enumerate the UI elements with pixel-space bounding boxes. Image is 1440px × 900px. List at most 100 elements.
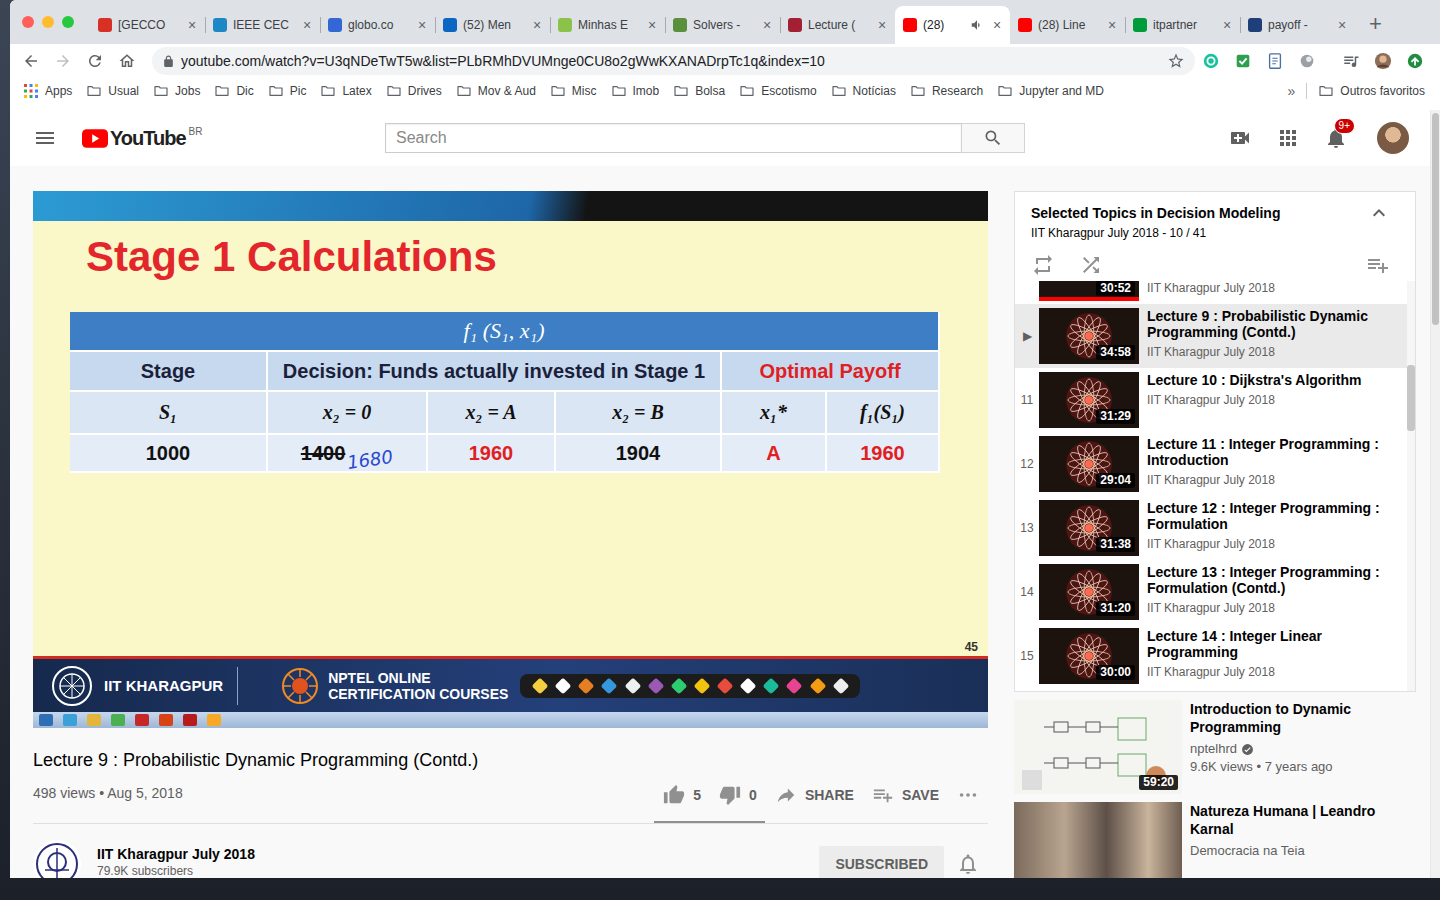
notifications-button[interactable]: 9+ [1316,118,1356,158]
search-input[interactable]: Search [385,123,961,153]
collapse-chevron-icon[interactable] [1367,201,1391,225]
save-button[interactable]: SAVE [863,784,948,806]
bookmark-star-icon[interactable] [1167,52,1185,70]
playlist-item[interactable]: 1431:20Lecture 13 : Integer Programming … [1015,560,1407,624]
recommended-channel: Democracia na Teia [1190,842,1416,860]
playlist-item[interactable]: 1331:38Lecture 12 : Integer Programming … [1015,496,1407,560]
lock-icon[interactable] [162,55,175,68]
apps-button[interactable] [1268,118,1308,158]
bookmark-item[interactable]: Pic [261,83,314,99]
extension-button[interactable] [1291,47,1323,75]
taskbar-app-icon [39,714,53,726]
browser-tab[interactable]: (28) Line× [1010,6,1125,44]
subscribe-button[interactable]: SUBSCRIBED [819,846,944,878]
browser-tab[interactable]: [GECCO× [90,6,205,44]
back-button[interactable] [15,47,47,75]
playlist-scrollbar[interactable] [1407,281,1415,691]
tab-close-button[interactable]: × [1335,18,1349,32]
bookmark-item[interactable]: Jupyter and MD [990,83,1111,99]
youtube-logo[interactable]: YouTubeBR [82,127,202,149]
update-button[interactable] [1399,47,1431,75]
loop-icon[interactable] [1031,253,1055,277]
reload-button[interactable] [79,47,111,75]
like-button[interactable]: 5 [654,784,710,806]
new-tab-button[interactable]: + [1369,9,1382,35]
bookmark-item[interactable]: Latex [313,83,378,99]
shuffle-icon[interactable] [1079,253,1103,277]
browser-tab[interactable]: (28)× [895,6,1010,44]
browser-tab[interactable]: itpartner× [1125,6,1240,44]
create-button[interactable] [1220,118,1260,158]
grammarly-icon [1202,52,1220,70]
bookmark-item[interactable]: Usual [79,83,146,99]
speaker-icon[interactable] [970,18,984,32]
recommended-video[interactable]: Natureza Humana | Leandro KarnalDemocrac… [1014,802,1416,878]
playlist-add-icon[interactable] [1366,253,1390,277]
playlist-title[interactable]: Selected Topics in Decision Modeling [1031,205,1280,221]
video-player[interactable]: Stage 1 Calculationsf₁ (S₁, x₁)StageDeci… [33,191,988,728]
window-control-button[interactable] [22,16,34,28]
browser-tab[interactable]: Minhas E× [550,6,665,44]
extension-button[interactable] [1227,47,1259,75]
extension-button[interactable] [1259,47,1291,75]
profile-button[interactable] [1367,47,1399,75]
tab-close-button[interactable]: × [760,18,774,32]
window-control-button[interactable] [62,16,74,28]
bookmark-item[interactable]: Bolsa [666,83,732,99]
tab-close-button[interactable]: × [1105,18,1119,32]
search-button[interactable] [961,123,1025,153]
media-button[interactable] [1335,47,1367,75]
share-button[interactable]: SHARE [766,784,863,806]
pen-tool-icon [601,677,618,694]
more-button[interactable] [948,784,988,806]
web-page: YouTubeBR Search 9+ Stage 1 Calculationsf₁ … [10,110,1440,878]
tab-close-button[interactable]: × [300,18,314,32]
url-text[interactable]: youtube.com/watch?v=U3qNDeTwT5w&list=PLb… [181,53,1161,69]
tab-close-button[interactable]: × [645,18,659,32]
apps-grid-icon [23,83,39,99]
browser-tab[interactable]: payoff -× [1240,6,1355,44]
tab-close-button[interactable]: × [185,18,199,32]
playlist-item[interactable]: ▶34:58Lecture 9 : Probabilistic Dynamic … [1015,304,1407,368]
recommended-video[interactable]: 59:20Introduction to Dynamic Programming… [1014,700,1416,794]
playlist-item[interactable]: 1131:29Lecture 10 : Dijkstra's Algorithm… [1015,368,1407,432]
menu-button[interactable] [25,118,65,158]
playlist-item[interactable]: 30:52IIT Kharagpur July 2018 [1015,281,1407,301]
bookmark-item[interactable]: Dic [207,83,260,99]
dislike-button[interactable]: 0 [710,784,766,806]
extension-button[interactable] [1195,47,1227,75]
browser-tab[interactable]: (52) Men× [435,6,550,44]
bookmark-item[interactable]: Notícias [824,83,903,99]
other-bookmarks[interactable]: Outros favoritos [1311,83,1432,99]
bookmark-item[interactable]: Jobs [146,83,207,99]
tab-close-button[interactable]: × [415,18,429,32]
tab-strip: [GECCO×IEEE CEC×globo.co×(52) Men×Minhas… [10,0,1440,44]
forward-button[interactable] [47,47,79,75]
playlist-item[interactable]: 1530:00Lecture 14 : Integer Linear Progr… [1015,624,1407,688]
address-bar[interactable]: youtube.com/watch?v=U3qNDeTwT5w&list=PLb… [152,47,1195,75]
bookmark-item[interactable]: Misc [543,83,604,99]
browser-tab[interactable]: Lecture (× [780,6,895,44]
playlist-item[interactable]: 1229:04Lecture 11 : Integer Programming … [1015,432,1407,496]
browser-tab[interactable]: globo.co× [320,6,435,44]
tab-close-button[interactable]: × [875,18,889,32]
tab-close-button[interactable]: × [990,18,1004,32]
bookmark-item[interactable]: Apps [16,83,79,99]
channel-name[interactable]: IIT Kharagpur July 2018 [97,846,255,862]
browser-tab[interactable]: Solvers -× [665,6,780,44]
bookmark-item[interactable]: Imob [604,83,667,99]
tab-close-button[interactable]: × [530,18,544,32]
bookmark-item[interactable]: Research [903,83,990,99]
channel-avatar-icon[interactable] [33,840,81,878]
bell-icon[interactable] [956,852,980,876]
bookmark-item[interactable]: Drives [379,83,449,99]
browser-tab[interactable]: IEEE CEC× [205,6,320,44]
bookmark-item[interactable]: Escotismo [732,83,823,99]
window-control-button[interactable] [42,16,54,28]
page-scrollbar[interactable] [1430,110,1440,878]
bookmark-item[interactable]: Mov & Aud [449,83,543,99]
home-button[interactable] [111,47,143,75]
tab-close-button[interactable]: × [1220,18,1234,32]
account-avatar[interactable] [1377,122,1409,154]
bookmarks-overflow-button[interactable]: » [1281,83,1303,99]
